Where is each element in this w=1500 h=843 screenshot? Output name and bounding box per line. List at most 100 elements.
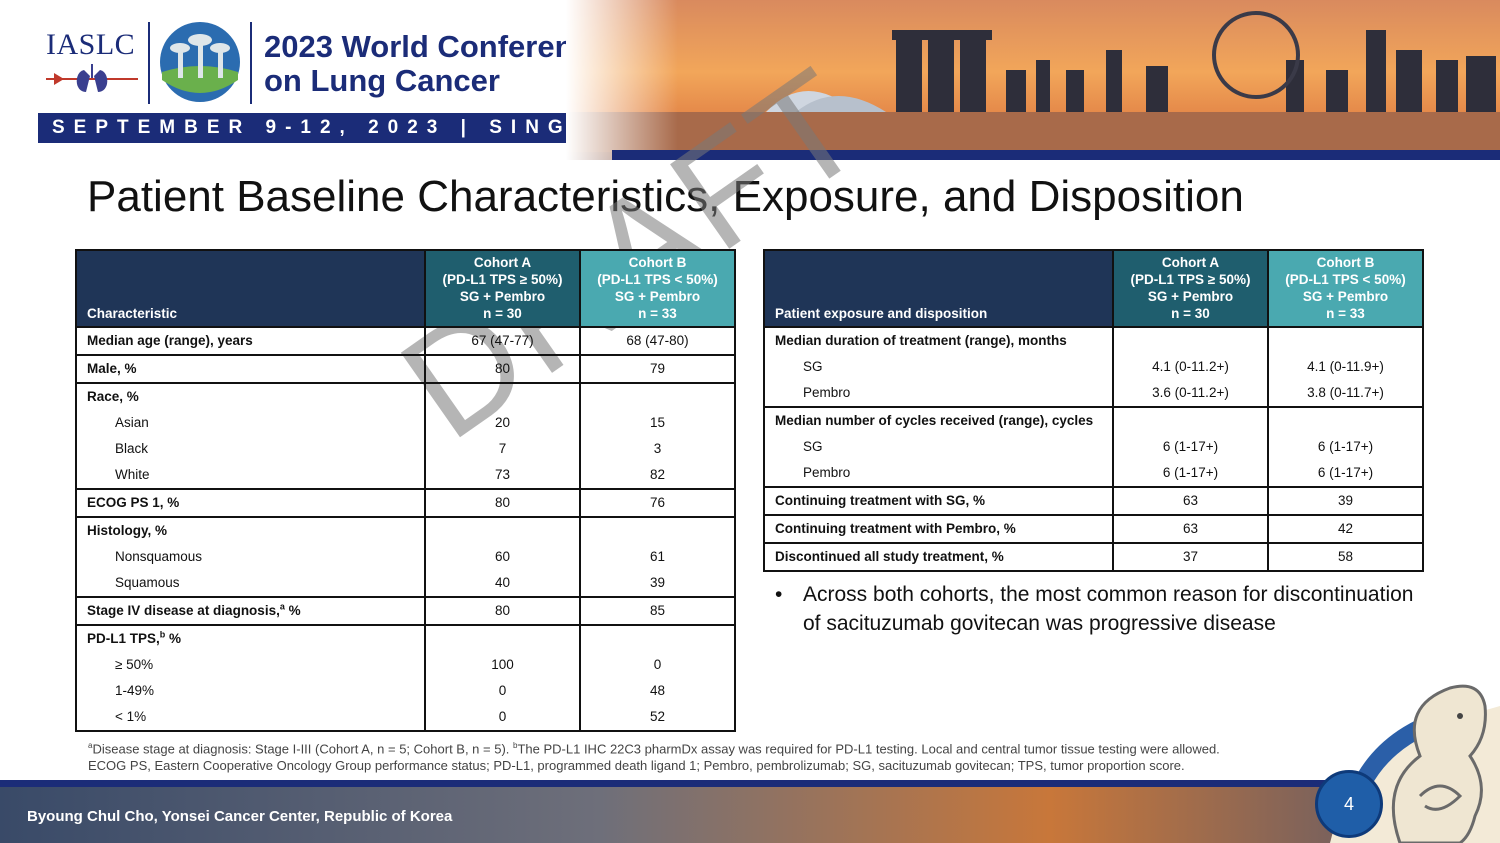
cohort-a-value: 0	[425, 704, 581, 732]
cohort-b-value: 0	[580, 652, 736, 678]
cohort-a-value: 20	[425, 410, 581, 436]
cohort-b-value: 39	[1268, 486, 1424, 515]
table-row: Median number of cycles received (range)…	[763, 406, 1424, 434]
row-label: PD-L1 TPS,b %	[75, 624, 426, 652]
footnote-seg1: Disease stage at diagnosis: Stage I-III …	[92, 741, 514, 757]
row-label: Continuing treatment with SG, %	[763, 486, 1114, 515]
cohort-a-value: 7	[425, 436, 581, 462]
table-row: Histology, %	[75, 516, 736, 544]
table-row: ≥ 50% 100 0	[75, 652, 736, 678]
cohort-b-value	[580, 382, 736, 410]
header-cohort-a: Cohort A (PD-L1 TPS ≥ 50%) SG + Pembro n…	[1112, 249, 1268, 327]
cohort-b-value	[580, 516, 736, 544]
cohort-a-value: 37	[1113, 542, 1269, 572]
table-row: Race, %	[75, 382, 736, 410]
footnote-line2: ECOG PS, Eastern Cooperative Oncology Gr…	[88, 758, 1185, 774]
table-row: White 73 82	[75, 462, 736, 489]
header-cohort-a-l2: (PD-L1 TPS ≥ 50%)	[1130, 272, 1251, 287]
row-label: Black	[75, 436, 426, 462]
cohort-a-value: 80	[425, 488, 581, 517]
row-label: ECOG PS 1, %	[75, 488, 426, 517]
table-row: Male, % 80 79	[75, 354, 736, 383]
header-cohort-a-l4: n = 30	[483, 306, 522, 321]
cohort-b-value: 58	[1268, 542, 1424, 572]
table-row: Continuing treatment with Pembro, % 63 4…	[763, 514, 1424, 543]
row-label: SG	[763, 434, 1114, 460]
table-row: Pembro 3.6 (0-11.2+) 3.8 (0-11.7+)	[763, 380, 1424, 407]
cohort-a-value: 73	[425, 462, 581, 489]
row-label-suffix: %	[284, 603, 301, 618]
header-cohort-b-l4: n = 33	[1326, 306, 1365, 321]
row-label: ≥ 50%	[75, 652, 426, 678]
cohort-b-value: 15	[580, 410, 736, 436]
row-label: Stage IV disease at diagnosis,a %	[75, 596, 426, 625]
row-label: 1-49%	[75, 678, 426, 704]
row-label: White	[75, 462, 426, 489]
cohort-b-value: 4.1 (0-11.9+)	[1268, 354, 1424, 380]
cohort-b-value: 79	[580, 354, 736, 383]
row-label: Histology, %	[75, 516, 426, 544]
row-label: Median duration of treatment (range), mo…	[763, 326, 1114, 354]
header-cohort-b: Cohort B (PD-L1 TPS < 50%) SG + Pembro n…	[579, 249, 736, 327]
table-row: 1-49% 0 48	[75, 678, 736, 704]
logo-divider-2	[250, 22, 252, 104]
header-characteristic: Characteristic	[75, 249, 425, 327]
row-label: Median number of cycles received (range)…	[763, 406, 1114, 434]
header-cohort-b-l2: (PD-L1 TPS < 50%)	[597, 272, 718, 287]
row-label: Continuing treatment with Pembro, %	[763, 514, 1114, 543]
row-label: Race, %	[75, 382, 426, 410]
table-row: Squamous 40 39	[75, 570, 736, 597]
header-cohort-b-l3: SG + Pembro	[614, 289, 701, 304]
cohort-b-value	[1268, 406, 1424, 434]
table-row: < 1% 0 52	[75, 704, 736, 732]
header-cohort-a-l3: SG + Pembro	[459, 289, 546, 304]
row-label: SG	[763, 354, 1114, 380]
header-cohort-b-l1: Cohort B	[1316, 255, 1375, 270]
table-row: Asian 20 15	[75, 410, 736, 436]
row-label-suffix: %	[165, 631, 182, 646]
cohort-a-value: 80	[425, 596, 581, 625]
row-label: Pembro	[763, 380, 1114, 407]
table-row: Continuing treatment with SG, % 63 39	[763, 486, 1424, 515]
logo-divider	[148, 22, 150, 104]
row-label: Squamous	[75, 570, 426, 597]
cohort-a-value: 100	[425, 652, 581, 678]
cohort-b-value: 6 (1-17+)	[1268, 434, 1424, 460]
cohort-b-value: 6 (1-17+)	[1268, 460, 1424, 487]
cohort-b-value: 76	[580, 488, 736, 517]
cohort-a-value: 80	[425, 354, 581, 383]
cohort-b-value: 82	[580, 462, 736, 489]
cohort-a-value: 6 (1-17+)	[1113, 460, 1269, 487]
table-row: Discontinued all study treatment, % 37 5…	[763, 542, 1424, 572]
table-row: Stage IV disease at diagnosis,a % 80 85	[75, 596, 736, 625]
cohort-a-value: 63	[1113, 486, 1269, 515]
footnote-seg2: The PD-L1 IHC 22C3 pharmDx assay was req…	[517, 741, 1220, 757]
row-label-text: PD-L1 TPS,	[87, 631, 160, 646]
cohort-b-value: 61	[580, 544, 736, 570]
cohort-b-value: 3.8 (0-11.7+)	[1268, 380, 1424, 407]
supertree-globe-icon	[160, 22, 240, 102]
cohort-a-value	[425, 382, 581, 410]
cohort-b-value	[580, 624, 736, 652]
table-row: Nonsquamous 60 61	[75, 544, 736, 570]
cohort-b-value: 52	[580, 704, 736, 732]
cohort-a-value: 6 (1-17+)	[1113, 434, 1269, 460]
cohort-b-value: 68 (47-80)	[580, 326, 736, 355]
row-label: Nonsquamous	[75, 544, 426, 570]
cohort-a-value	[425, 624, 581, 652]
row-label: Male, %	[75, 354, 426, 383]
footnote: aDisease stage at diagnosis: Stage I-III…	[88, 737, 1328, 774]
header-exposure: Patient exposure and disposition	[763, 249, 1113, 327]
cohort-a-value	[1113, 326, 1269, 354]
conference-title-line2: on Lung Cancer	[264, 63, 500, 98]
header-cohort-a-l4: n = 30	[1171, 306, 1210, 321]
cohort-a-value	[425, 516, 581, 544]
cohort-b-value: 48	[580, 678, 736, 704]
page-number-badge: 4	[1315, 770, 1383, 838]
header-cohort-b: Cohort B (PD-L1 TPS < 50%) SG + Pembro n…	[1267, 249, 1424, 327]
conference-title-line1: 2023 World Conference	[264, 29, 608, 64]
row-label: Pembro	[763, 460, 1114, 487]
header-cohort-a-l1: Cohort A	[1161, 255, 1220, 270]
cohort-a-value: 3.6 (0-11.2+)	[1113, 380, 1269, 407]
header-cohort-b-l3: SG + Pembro	[1302, 289, 1389, 304]
